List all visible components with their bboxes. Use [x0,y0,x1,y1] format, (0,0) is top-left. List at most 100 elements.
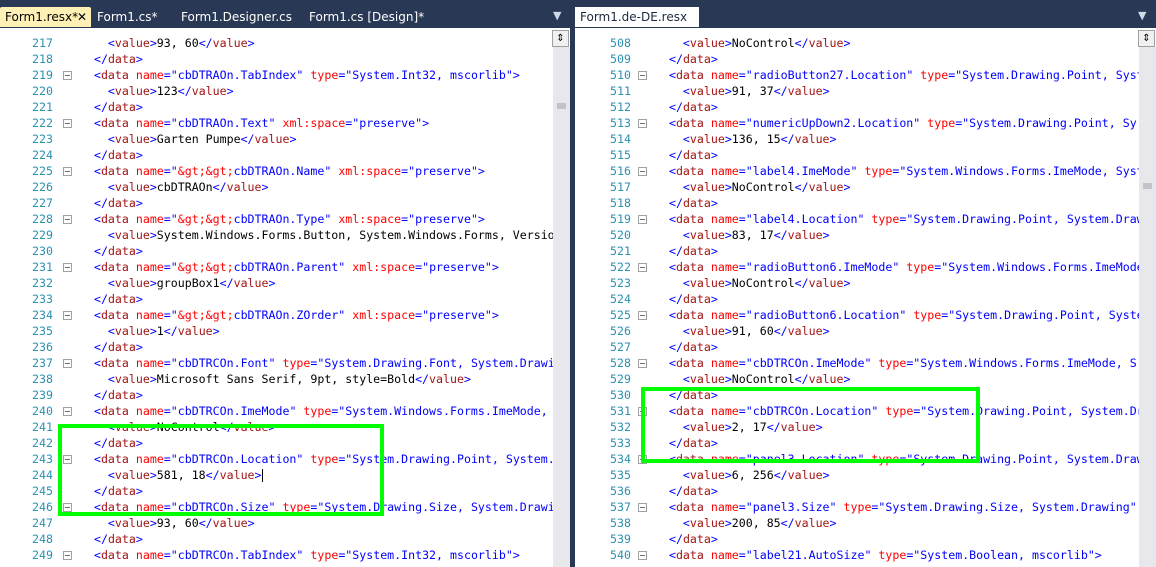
code-line[interactable]: 228 <data name="&gt;&gt;cbDTRAOn.Type" x… [0,211,553,227]
code-line[interactable]: 536 </data> [575,483,1138,499]
code-line[interactable]: 537 <data name="panel3.Size" type="Syste… [575,499,1138,515]
code-token: > [149,36,157,50]
code-token: type [878,548,907,562]
line-number: 539 [610,532,631,546]
code-line[interactable]: 223 <value>Garten Pumpe</value> [0,131,553,147]
code-line[interactable]: 514 <value>136, 15</value> [575,131,1138,147]
code-line[interactable]: 234 <data name="&gt;&gt;cbDTRAOn.ZOrder"… [0,307,553,323]
close-icon[interactable]: ✕ [77,7,87,27]
code-line[interactable]: 517 <value>NoControl</value> [575,179,1138,195]
fold-toggle-icon[interactable] [63,71,72,80]
code-line[interactable]: 509 </data> [575,51,1138,67]
code-line[interactable]: 539 </data> [575,531,1138,547]
code-line[interactable]: 519 <data name="label4.Location" type="S… [575,211,1144,227]
code-line[interactable]: 526 <value>91, 60</value> [575,323,1138,339]
code-line[interactable]: 237 <data name="cbDTRCOn.Font" type="Sys… [0,355,562,371]
code-line[interactable]: 225 <data name="&gt;&gt;cbDTRAOn.Name" x… [0,163,553,179]
code-line[interactable]: 248 </data> [0,531,553,547]
chevron-down-icon[interactable]: ▼ [1138,9,1146,22]
split-arrows-icon[interactable]: ⇕ [552,30,569,47]
code-line[interactable]: 219 <data name="cbDTRAOn.TabIndex" type=… [0,67,553,83]
code-line[interactable]: 527 </data> [575,339,1138,355]
code-line[interactable]: 240 <data name="cbDTRCOn.ImeMode" type="… [0,403,562,419]
code-token: </ [163,324,178,338]
code-line[interactable]: 512 </data> [575,99,1138,115]
code-line[interactable]: 538 <value>200, 85</value> [575,515,1138,531]
code-line[interactable]: 226 <value>cbDTRAOn</value> [0,179,553,195]
fold-toggle-icon[interactable] [63,215,72,224]
fold-toggle-icon[interactable] [638,263,647,272]
code-line[interactable]: 521 </data> [575,243,1138,259]
code-line[interactable]: 233 </data> [0,291,553,307]
fold-toggle-icon[interactable] [638,311,647,320]
code-line[interactable]: 528 <data name="cbDTRCOn.ImeMode" type="… [575,355,1138,371]
code-line[interactable]: 511 <value>91, 37</value> [575,83,1138,99]
fold-toggle-icon[interactable] [63,407,72,416]
code-line[interactable]: 221 </data> [0,99,553,115]
code-line[interactable]: 535 <value>6, 256</value> [575,467,1138,483]
fold-toggle-icon[interactable] [638,119,647,128]
tab-form1-de-de-resx[interactable]: Form1.de-DE.resx ✕ [575,7,699,27]
code-line[interactable]: 508 <value>NoControl</value> [575,35,1138,51]
code-line[interactable]: 235 <value>1</value> [0,323,553,339]
fold-toggle-icon[interactable] [63,263,72,272]
fold-toggle-icon[interactable] [638,359,647,368]
tab-form1-cs-design[interactable]: Form1.cs [Design]* [304,7,424,27]
code-token: type [282,356,311,370]
tab-form1-designer-cs[interactable]: Form1.Designer.cs [176,7,301,27]
fold-toggle-icon[interactable] [638,215,647,224]
code-line[interactable]: 529 <value>NoControl</value> [575,371,1138,387]
code-token: data [107,52,136,66]
fold-toggle-icon[interactable] [63,167,72,176]
close-icon[interactable]: ✕ [685,7,695,27]
code-line[interactable]: 231 <data name="&gt;&gt;cbDTRAOn.Parent"… [0,259,553,275]
code-token: Garten Pumpe [156,132,241,146]
code-line[interactable]: 236 </data> [0,339,553,355]
fold-toggle-icon[interactable] [638,503,647,512]
fold-toggle-icon[interactable] [63,551,72,560]
split-arrows-icon[interactable]: ⇕ [1138,30,1155,47]
code-line[interactable]: 525 <data name="radioButton6.Location" t… [575,307,1144,323]
chevron-down-icon[interactable]: ▼ [553,9,561,22]
code-line[interactable]: 247 <value>93, 60</value> [0,515,553,531]
code-line[interactable]: 520 <value>83, 17</value> [575,227,1138,243]
code-line[interactable]: 516 <data name="label4.ImeMode" type="Sy… [575,163,1144,179]
code-token: > [149,372,157,386]
code-line[interactable]: 229 <value>System.Windows.Forms.Button, … [0,227,562,243]
code-line[interactable]: 232 <value>groupBox1</value> [0,275,553,291]
code-line[interactable]: 540 <data name="label21.AutoSize" type="… [575,547,1138,563]
code-line[interactable]: 513 <data name="numericUpDown2.Location"… [575,115,1138,131]
scroll-thumb[interactable] [1143,183,1152,189]
code-line[interactable]: 238 <value>Microsoft Sans Serif, 9pt, st… [0,371,553,387]
fold-toggle-icon[interactable] [638,71,647,80]
code-line[interactable]: 230 </data> [0,243,553,259]
tab-form1-resx[interactable]: Form1.resx* ✕ [0,7,91,27]
scroll-thumb[interactable] [557,103,566,109]
code-line[interactable]: 518 </data> [575,195,1138,211]
tab-strip: Form1.de-DE.resx ✕ ▼ [575,0,1156,28]
code-line[interactable]: 227 </data> [0,195,553,211]
code-line[interactable]: 222 <data name="cbDTRAOn.Text" xml:space… [0,115,553,131]
fold-toggle-icon[interactable] [63,311,72,320]
code-line[interactable]: 224 </data> [0,147,553,163]
code-line[interactable]: 515 </data> [575,147,1138,163]
fold-toggle-icon[interactable] [638,551,647,560]
code-line[interactable]: 239 </data> [0,387,553,403]
code-line[interactable]: 523 <value>NoControl</value> [575,275,1138,291]
code-token: value [114,324,150,338]
code-line[interactable]: 510 <data name="radioButton27.Location" … [575,67,1144,83]
tab-form1-cs[interactable]: Form1.cs* [92,7,172,27]
vertical-scrollbar[interactable] [1139,47,1156,567]
fold-toggle-icon[interactable] [638,167,647,176]
code-line[interactable]: 220 <value>123</value> [0,83,553,99]
code-token: preserve [429,260,485,274]
code-line[interactable]: 217 <value>93, 60</value> [0,35,553,51]
fold-toggle-icon[interactable] [63,119,72,128]
code-line[interactable]: 522 <data name="radioButton6.ImeMode" ty… [575,259,1144,275]
vertical-scrollbar[interactable] [553,47,570,567]
fold-toggle-icon[interactable] [63,359,72,368]
code-line[interactable]: 218 </data> [0,51,553,67]
code-line[interactable]: 524 </data> [575,291,1138,307]
code-line[interactable]: 249 <data name="cbDTRCOn.TabIndex" type=… [0,547,553,563]
